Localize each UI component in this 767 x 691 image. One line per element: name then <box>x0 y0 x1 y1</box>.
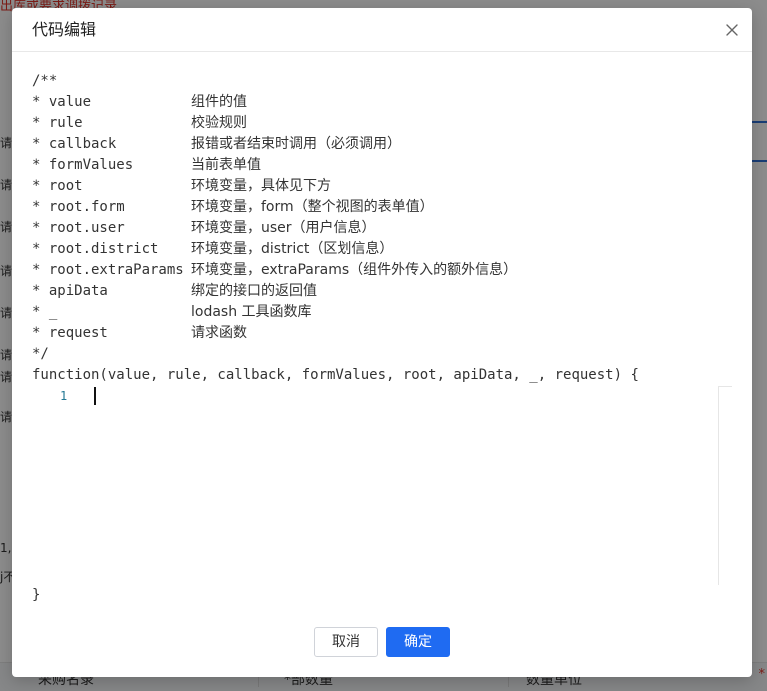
editor-gutter: 1 <box>32 385 84 585</box>
doc-param-name: * request <box>32 325 108 341</box>
dialog-footer: 取消 确定 <box>12 627 752 657</box>
doc-param-description: 报错或者结束时调用（必须调用） <box>191 136 401 152</box>
doc-param-line: * root.user 环境变量，user（用户信息） <box>32 218 732 239</box>
doc-param-description: 绑定的接口的返回值 <box>191 283 317 299</box>
doc-param-line: * root.form 环境变量，form（整个视图的表单值） <box>32 197 732 218</box>
code-editor-input[interactable] <box>92 385 712 585</box>
function-signature: function(value, rule, callback, formValu… <box>32 367 639 383</box>
doc-param-name: * formValues <box>32 157 134 173</box>
doc-comment-close: */ <box>32 346 49 362</box>
doc-param-line: * root.extraParams 环境变量，extraParams（组件外传入… <box>32 260 732 281</box>
line-number: 1 <box>60 389 68 403</box>
doc-param-line: * root.district 环境变量，district（区划信息） <box>32 239 732 260</box>
confirm-button[interactable]: 确定 <box>386 627 450 657</box>
doc-param-line: * _ lodash 工具函数库 <box>32 302 732 323</box>
doc-param-description: 环境变量，district（区划信息） <box>191 241 394 257</box>
close-icon[interactable] <box>722 20 742 40</box>
doc-param-name: * root.form <box>32 199 125 215</box>
doc-param-line: * root 环境变量，具体见下方 <box>32 176 732 197</box>
doc-param-name: * root.extraParams <box>32 262 184 278</box>
doc-param-description: 请求函数 <box>191 325 247 341</box>
doc-param-name: * rule <box>32 115 83 131</box>
editor-scrollbar[interactable] <box>718 386 732 585</box>
doc-param-name: * callback <box>32 136 117 152</box>
doc-comment-open: /** <box>32 73 58 89</box>
doc-param-description: 环境变量，extraParams（组件外传入的额外信息） <box>191 262 518 278</box>
dialog-header: 代码编辑 <box>12 8 752 52</box>
doc-param-name: * root.district <box>32 241 159 257</box>
code-editor: 1 <box>32 385 732 585</box>
doc-param-description: 组件的值 <box>191 94 247 110</box>
doc-param-description: 校验规则 <box>191 115 247 131</box>
doc-param-line: * formValues 当前表单值 <box>32 155 732 176</box>
doc-param-description: 环境变量，user（用户信息） <box>191 220 376 236</box>
doc-param-line: * apiData 绑定的接口的返回值 <box>32 281 732 302</box>
text-cursor <box>94 387 96 405</box>
doc-param-name: * _ <box>32 304 58 320</box>
doc-param-name: * apiData <box>32 283 108 299</box>
doc-param-line: * value 组件的值 <box>32 92 732 113</box>
doc-param-description: 环境变量，form（整个视图的表单值） <box>191 199 434 215</box>
dialog-title: 代码编辑 <box>32 20 97 39</box>
function-closing-brace: } <box>32 587 41 603</box>
function-doc-comment: /** * value 组件的值 * rule 校验规则 * callback 报错或者结… <box>32 71 732 386</box>
code-edit-dialog: 代码编辑 /** * value 组件的值 * rule 校验规则 * callback… <box>12 8 752 677</box>
doc-param-description: 环境变量，具体见下方 <box>191 178 331 194</box>
doc-param-name: * root <box>32 178 83 194</box>
doc-param-description: 当前表单值 <box>191 157 261 173</box>
doc-param-line: * request 请求函数 <box>32 323 732 344</box>
doc-param-line: * rule 校验规则 <box>32 113 732 134</box>
doc-param-name: * root.user <box>32 220 125 236</box>
doc-param-name: * value <box>32 94 92 110</box>
doc-param-line: * callback 报错或者结束时调用（必须调用） <box>32 134 732 155</box>
cancel-button[interactable]: 取消 <box>314 627 378 657</box>
doc-param-description: lodash 工具函数库 <box>191 304 312 320</box>
